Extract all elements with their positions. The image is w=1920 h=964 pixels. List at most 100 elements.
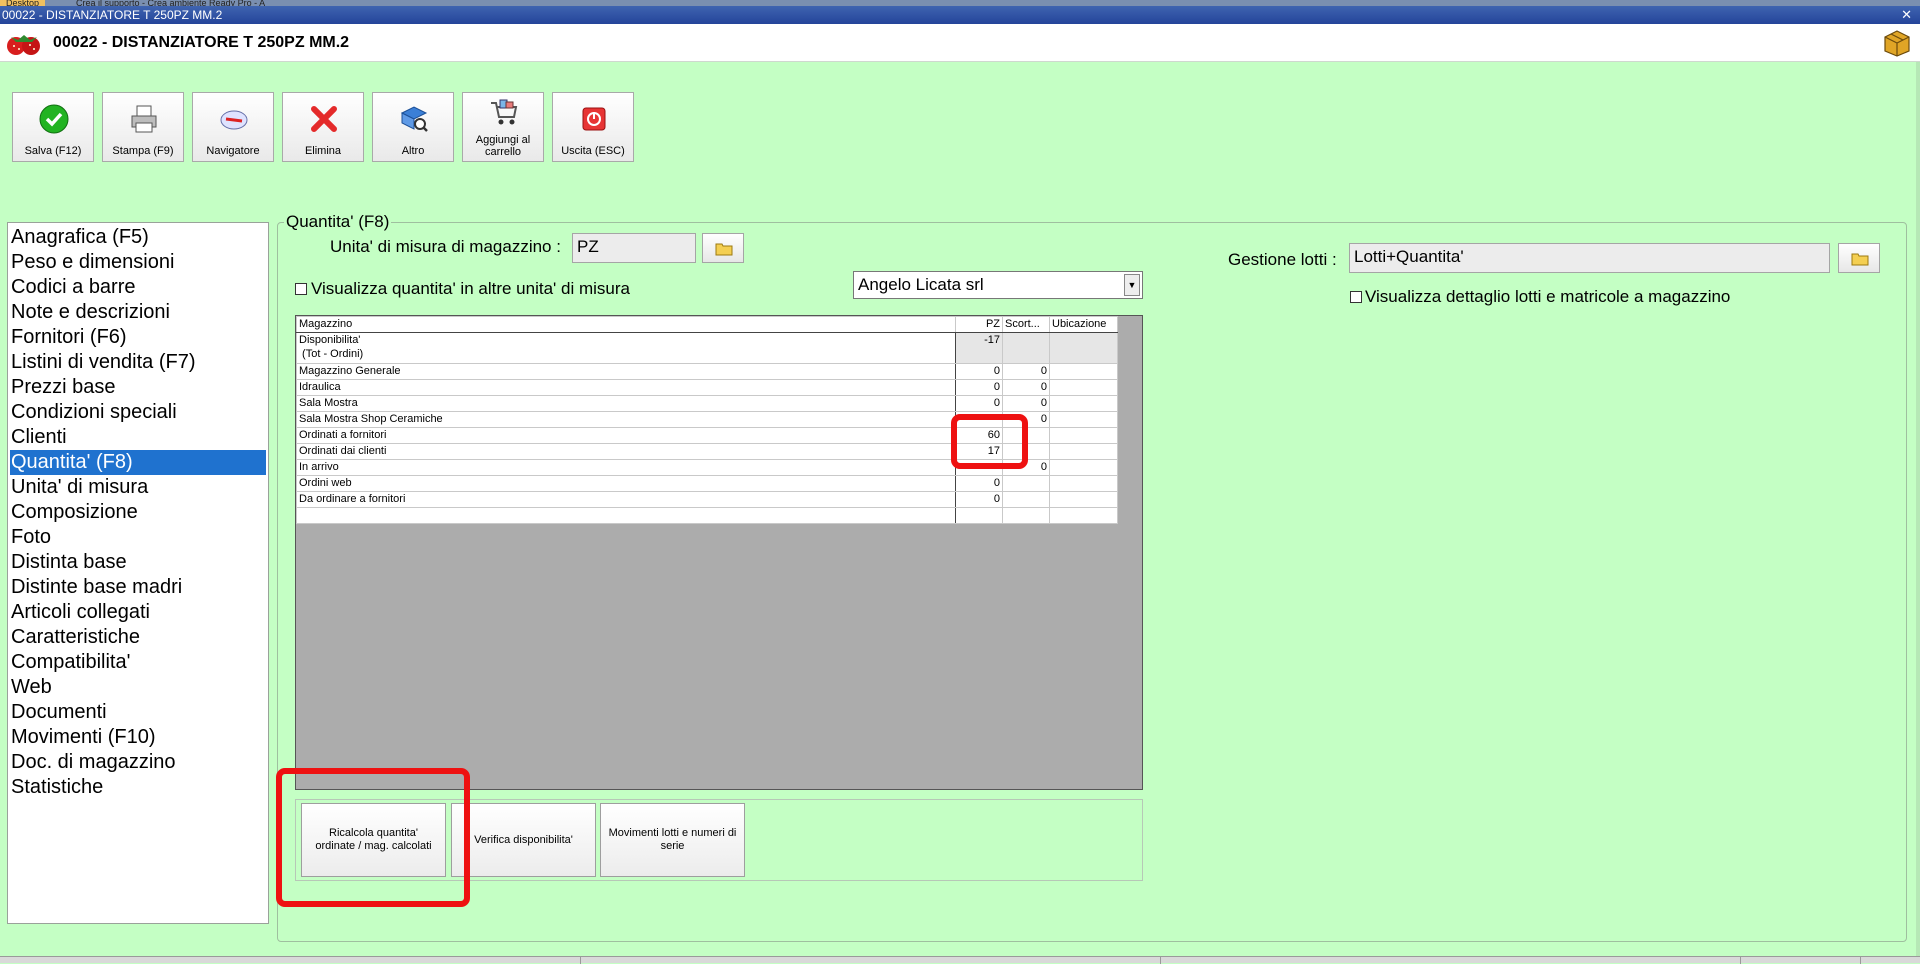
save-button[interactable]: Salva (F12): [12, 92, 94, 162]
row-name: Disponibilita': [299, 334, 361, 346]
cell-scorta[interactable]: 0: [1002, 395, 1050, 412]
table-row[interactable]: Ordini web 0: [296, 475, 1118, 492]
cell-scorta[interactable]: 0: [1002, 411, 1050, 428]
sidebar-item-composizione[interactable]: Composizione: [8, 500, 268, 525]
sidebar-item-statistiche[interactable]: Statistiche: [8, 775, 268, 800]
lot-movements-button[interactable]: Movimenti lotti e numeri di serie: [600, 803, 745, 877]
sidebar-item-quantita[interactable]: Quantita' (F8): [10, 450, 266, 475]
cell-pz[interactable]: 60: [955, 427, 1003, 444]
package-icon[interactable]: [1882, 28, 1912, 58]
table-row[interactable]: Sala Mostra 0 0: [296, 395, 1118, 412]
cell-ubicazione[interactable]: [1049, 443, 1118, 460]
cell-pz[interactable]: [955, 411, 1003, 428]
chevron-down-icon[interactable]: ▼: [1124, 274, 1140, 296]
table-row[interactable]: [296, 507, 1118, 524]
cell-scorta[interactable]: [1002, 443, 1050, 460]
cell-pz[interactable]: 0: [955, 363, 1003, 380]
cell-scorta[interactable]: [1002, 332, 1050, 364]
sidebar-item-doc-magazzino[interactable]: Doc. di magazzino: [8, 750, 268, 775]
cell-ubicazione[interactable]: [1049, 491, 1118, 508]
delete-button[interactable]: Elimina: [282, 92, 364, 162]
sidebar-item-compatibilita[interactable]: Compatibilita': [8, 650, 268, 675]
table-row[interactable]: In arrivo 0: [296, 459, 1118, 476]
lotti-browse-button[interactable]: [1838, 243, 1880, 273]
cell-ubicazione[interactable]: [1049, 379, 1118, 396]
cell-pz[interactable]: -17: [955, 332, 1003, 364]
cell-pz[interactable]: 0: [955, 395, 1003, 412]
cell-scorta[interactable]: 0: [1002, 379, 1050, 396]
sidebar-item-documenti[interactable]: Documenti: [8, 700, 268, 725]
col-pz[interactable]: PZ: [955, 316, 1003, 333]
sidebar-item-note[interactable]: Note e descrizioni: [8, 300, 268, 325]
cell-scorta[interactable]: [1002, 491, 1050, 508]
group-title: Quantita' (F8): [284, 212, 392, 232]
um-field[interactable]: PZ: [572, 233, 696, 263]
cell-pz[interactable]: [955, 459, 1003, 476]
cell-scorta[interactable]: 0: [1002, 363, 1050, 380]
table-row[interactable]: Magazzino Generale 0 0: [296, 363, 1118, 380]
cell-scorta[interactable]: [1002, 475, 1050, 492]
sidebar-item-distinta[interactable]: Distinta base: [8, 550, 268, 575]
sidebar-item-articoli[interactable]: Articoli collegati: [8, 600, 268, 625]
compass-icon: [220, 110, 248, 130]
verify-availability-button[interactable]: Verifica disponibilita': [451, 803, 596, 877]
sidebar-item-anagrafica[interactable]: Anagrafica (F5): [8, 225, 268, 250]
col-scorta[interactable]: Scort...: [1002, 316, 1050, 333]
sidebar-item-foto[interactable]: Foto: [8, 525, 268, 550]
sidebar-item-distinte-madri[interactable]: Distinte base madri: [8, 575, 268, 600]
sidebar-item-web[interactable]: Web: [8, 675, 268, 700]
table-row[interactable]: Ordinati dai clienti 17: [296, 443, 1118, 460]
exit-button[interactable]: Uscita (ESC): [552, 92, 634, 162]
cell-pz[interactable]: [955, 507, 1003, 524]
check-icon: [39, 104, 69, 134]
sidebar-item-codici[interactable]: Codici a barre: [8, 275, 268, 300]
cell-ubicazione[interactable]: [1049, 475, 1118, 492]
sidebar-item-unita[interactable]: Unita' di misura: [8, 475, 268, 500]
cell-scorta[interactable]: [1002, 427, 1050, 444]
cell-ubicazione[interactable]: [1049, 411, 1118, 428]
window-title: 00022 - DISTANZIATORE T 250PZ MM.2: [2, 8, 223, 22]
close-icon[interactable]: ✕: [1901, 6, 1912, 24]
col-magazzino[interactable]: Magazzino: [296, 316, 956, 333]
navigator-button[interactable]: Navigatore: [192, 92, 274, 162]
show-lotti-checkbox[interactable]: [1350, 291, 1362, 303]
quantity-grid: Magazzino PZ Scort... Ubicazione Disponi…: [295, 315, 1143, 790]
cell-scorta[interactable]: 0: [1002, 459, 1050, 476]
window-scrollbar[interactable]: [1916, 62, 1920, 956]
cell-pz[interactable]: 0: [955, 475, 1003, 492]
cell-pz[interactable]: 0: [955, 491, 1003, 508]
sidebar-item-prezzi[interactable]: Prezzi base: [8, 375, 268, 400]
table-row[interactable]: Da ordinare a fornitori 0: [296, 491, 1118, 508]
cell-pz[interactable]: 0: [955, 379, 1003, 396]
um-browse-button[interactable]: [702, 233, 744, 263]
table-row[interactable]: Idraulica 0 0: [296, 379, 1118, 396]
table-row[interactable]: Disponibilita' (Tot - Ordini) -17: [296, 332, 1118, 364]
recalc-quantities-button[interactable]: Ricalcola quantita' ordinate / mag. calc…: [301, 803, 446, 877]
cell-scorta[interactable]: [1002, 507, 1050, 524]
sidebar-item-clienti[interactable]: Clienti: [8, 425, 268, 450]
lotti-field[interactable]: Lotti+Quantita': [1349, 243, 1830, 273]
cell-ubicazione[interactable]: [1049, 395, 1118, 412]
sidebar-item-caratteristiche[interactable]: Caratteristiche: [8, 625, 268, 650]
cell-pz[interactable]: 17: [955, 443, 1003, 460]
company-select[interactable]: Angelo Licata srl ▼: [853, 271, 1143, 299]
table-row[interactable]: Ordinati a fornitori 60: [296, 427, 1118, 444]
sidebar-item-peso[interactable]: Peso e dimensioni: [8, 250, 268, 275]
row-name: Magazzino Generale: [296, 363, 956, 380]
cell-ubicazione[interactable]: [1049, 459, 1118, 476]
col-ubicazione[interactable]: Ubicazione: [1049, 316, 1118, 333]
show-other-units-checkbox[interactable]: [295, 283, 307, 295]
print-button[interactable]: Stampa (F9): [102, 92, 184, 162]
cell-ubicazione[interactable]: [1049, 507, 1118, 524]
cell-ubicazione[interactable]: [1049, 427, 1118, 444]
sidebar-item-condizioni[interactable]: Condizioni speciali: [8, 400, 268, 425]
table-row[interactable]: Sala Mostra Shop Ceramiche 0: [296, 411, 1118, 428]
show-other-units-label: Visualizza quantita' in altre unita' di …: [311, 279, 630, 298]
add-to-cart-button[interactable]: Aggiungi al carrello: [462, 92, 544, 162]
cell-ubicazione[interactable]: [1049, 332, 1118, 364]
sidebar-item-listini[interactable]: Listini di vendita (F7): [8, 350, 268, 375]
sidebar-item-fornitori[interactable]: Fornitori (F6): [8, 325, 268, 350]
cell-ubicazione[interactable]: [1049, 363, 1118, 380]
other-button[interactable]: Altro: [372, 92, 454, 162]
sidebar-item-movimenti[interactable]: Movimenti (F10): [8, 725, 268, 750]
